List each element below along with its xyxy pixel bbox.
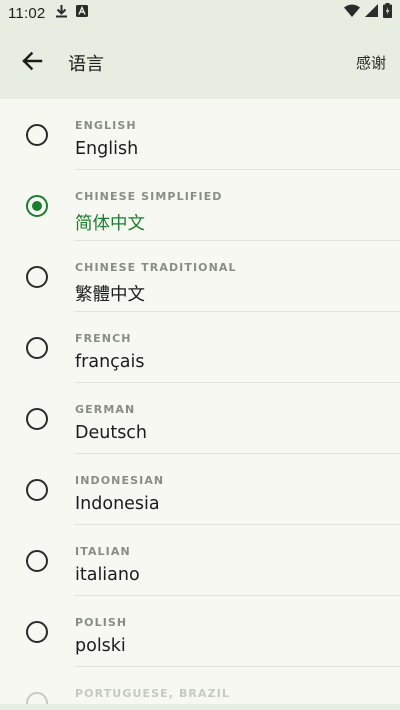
language-code: CHINESE SIMPLIFIED	[75, 190, 223, 203]
page-title: 语言	[68, 53, 104, 75]
status-time: 11:02	[8, 4, 46, 22]
language-code: PORTUGUESE, BRAZIL	[75, 687, 230, 700]
language-code: ENGLISH	[75, 119, 137, 132]
language-code: CHINESE TRADITIONAL	[75, 261, 237, 274]
app-notification-icon	[76, 4, 89, 22]
language-code: POLISH	[75, 616, 128, 629]
radio-button[interactable]	[25, 549, 48, 572]
language-name: polski	[75, 636, 126, 656]
language-name: English	[75, 139, 139, 159]
language-item-indonesian[interactable]: INDONESIAN Indonesia	[0, 454, 400, 525]
language-name: 繁體中文	[75, 285, 145, 305]
battery-icon	[383, 3, 392, 23]
language-list: ENGLISH English CHINESE SIMPLIFIED 简体中文 …	[0, 99, 400, 710]
system-status-icons	[344, 3, 392, 23]
language-name: français	[75, 352, 145, 372]
back-button[interactable]	[8, 39, 56, 87]
language-item-polish[interactable]: POLISH polski	[0, 596, 400, 667]
thanks-button[interactable]: 感谢	[356, 46, 386, 79]
download-icon	[55, 4, 68, 23]
app-bar: 语言 感谢	[0, 26, 400, 99]
language-code: INDONESIAN	[75, 474, 165, 487]
language-code: GERMAN	[75, 403, 136, 416]
wifi-icon	[344, 4, 360, 22]
language-item-french[interactable]: FRENCH français	[0, 312, 400, 383]
language-item-italian[interactable]: ITALIAN italiano	[0, 525, 400, 596]
arrow-left-icon	[21, 50, 43, 76]
radio-button[interactable]	[25, 265, 48, 288]
language-item-chinese-traditional[interactable]: CHINESE TRADITIONAL 繁體中文	[0, 241, 400, 312]
signal-icon	[365, 4, 378, 22]
language-name: Indonesia	[75, 494, 160, 514]
radio-button[interactable]	[25, 123, 48, 146]
language-item-german[interactable]: GERMAN Deutsch	[0, 383, 400, 454]
status-bar: 11:02	[0, 0, 400, 26]
radio-button-selected[interactable]	[25, 194, 48, 217]
language-name: Deutsch	[75, 423, 148, 443]
language-item-chinese-simplified[interactable]: CHINESE SIMPLIFIED 简体中文	[0, 170, 400, 241]
language-code: ITALIAN	[75, 545, 131, 558]
radio-button[interactable]	[25, 478, 48, 501]
language-item-english[interactable]: ENGLISH English	[0, 99, 400, 170]
navigation-bar	[0, 704, 400, 710]
language-name: italiano	[75, 565, 140, 585]
notification-icons	[55, 4, 89, 23]
radio-button[interactable]	[25, 336, 48, 359]
language-name: 简体中文	[75, 214, 145, 234]
radio-button[interactable]	[25, 620, 48, 643]
radio-button[interactable]	[25, 407, 48, 430]
language-code: FRENCH	[75, 332, 132, 345]
